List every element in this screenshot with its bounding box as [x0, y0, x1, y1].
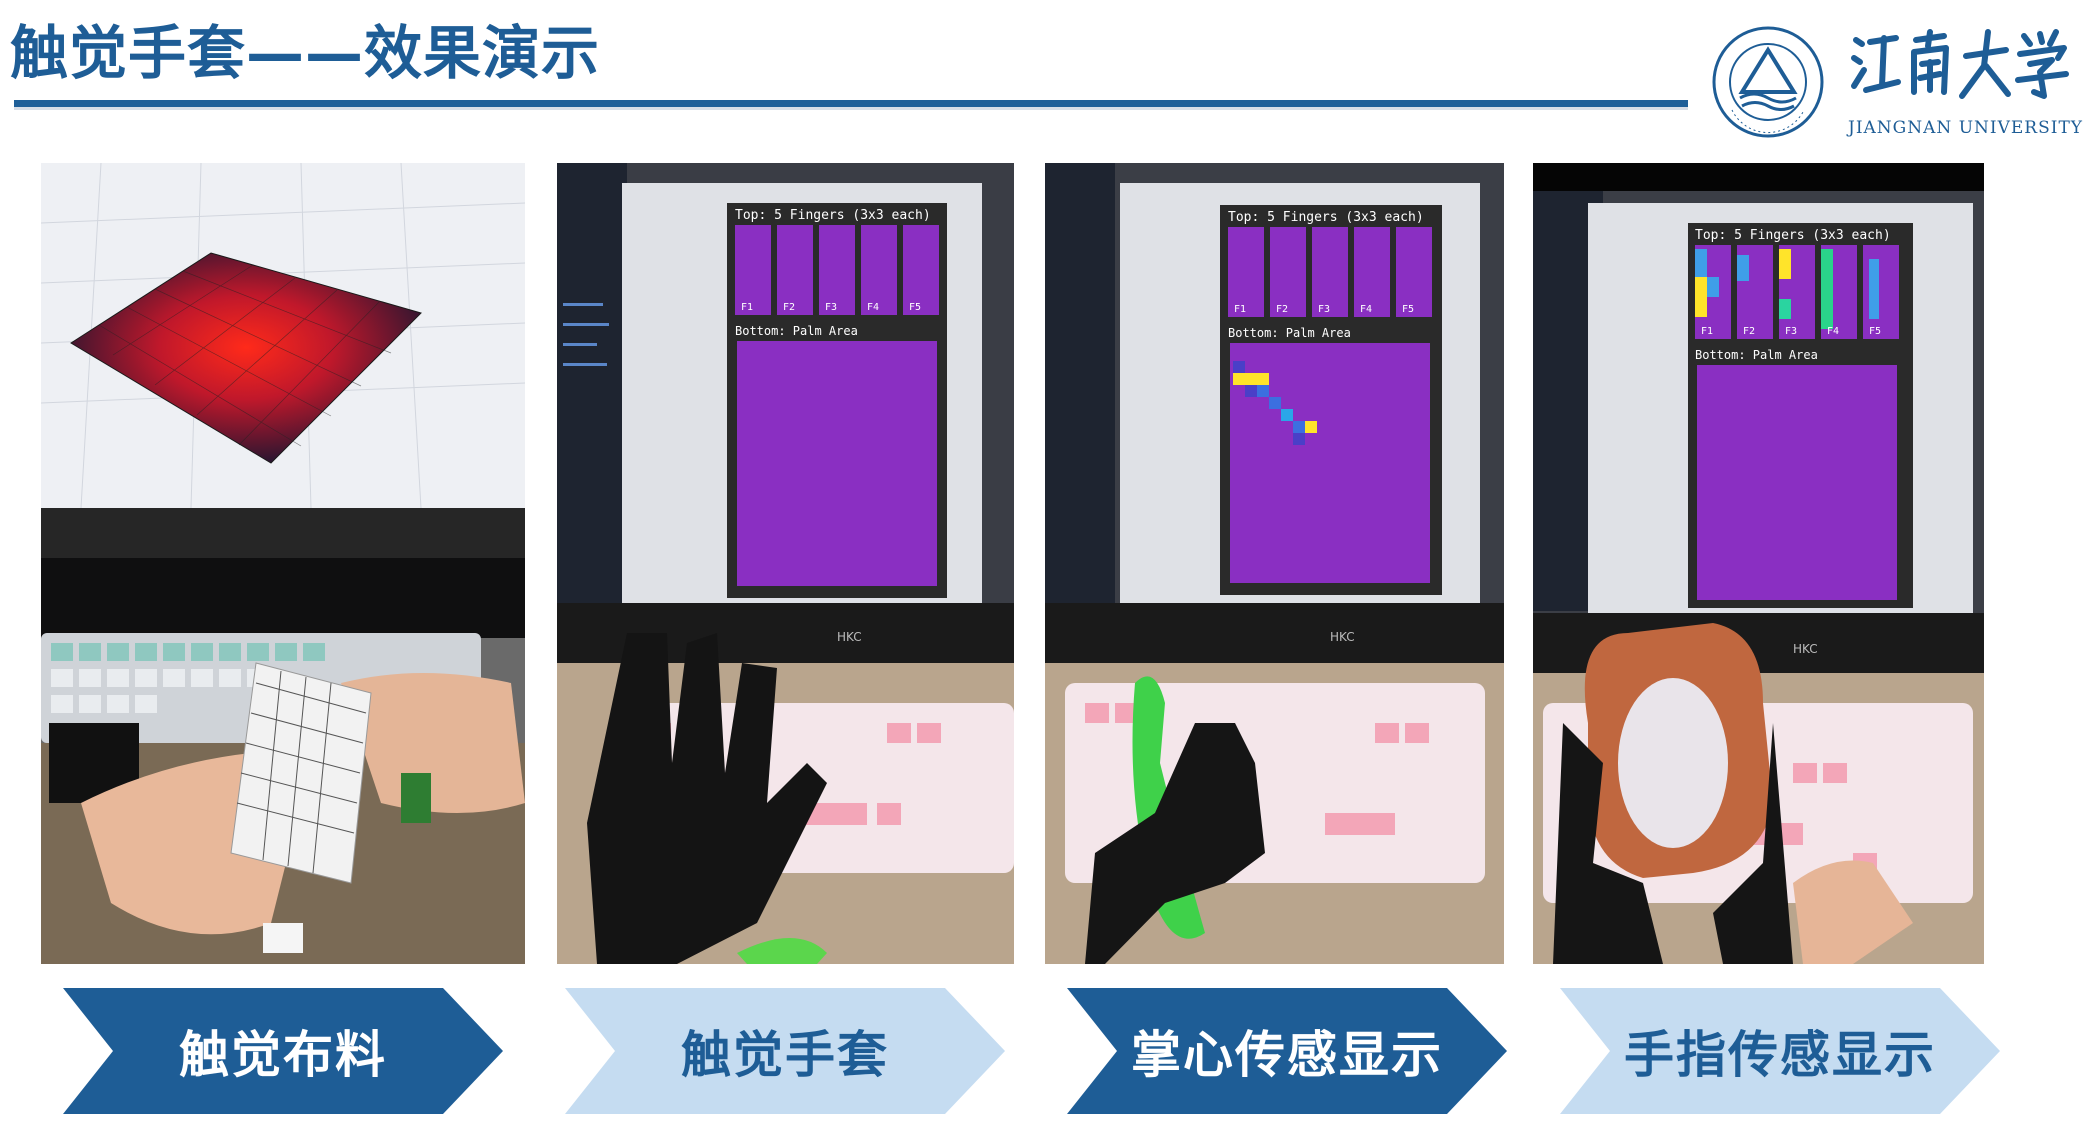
- finger-label-f5: F5: [909, 302, 921, 313]
- screen-top-label: Top: 5 Fingers (3x3 each): [1695, 228, 1891, 243]
- screen-bottom-label: Bottom: Palm Area: [1695, 348, 1818, 362]
- screen-bottom-label: Bottom: Palm Area: [735, 324, 858, 338]
- chevron-label-palm-sensing: 掌心传感显示: [1067, 988, 1507, 1114]
- photo-palm-sensing: Top: 5 Fingers (3x3 each) F1 F2 F3 F4 F5…: [1045, 163, 1504, 964]
- chevron-label-tactile-glove: 触觉手套: [565, 988, 1005, 1114]
- screen-top-label: Top: 5 Fingers (3x3 each): [1228, 210, 1424, 225]
- finger-label-f1: F1: [741, 302, 753, 313]
- finger-label-f1: F1: [1234, 304, 1246, 315]
- screen-bottom-label: Bottom: Palm Area: [1228, 326, 1351, 340]
- finger-label-f5: F5: [1869, 326, 1881, 337]
- chevron-label-tactile-fabric: 触觉布料: [63, 988, 503, 1114]
- monitor-brand: HKC: [1793, 642, 1818, 656]
- monitor-brand: HKC: [837, 630, 862, 644]
- university-name-english: JIANGNAN UNIVERSITY: [1848, 118, 2084, 138]
- university-seal-icon: [1712, 26, 1824, 138]
- photo-tactile-fabric: [41, 163, 525, 964]
- finger-label-f1: F1: [1701, 326, 1713, 337]
- finger-label-f2: F2: [1743, 326, 1755, 337]
- finger-label-f3: F3: [1785, 326, 1797, 337]
- chevron-label-finger-sensing: 手指传感显示: [1560, 988, 2000, 1114]
- finger-label-f2: F2: [1276, 304, 1288, 315]
- title-divider-shadow: [14, 107, 1688, 110]
- finger-label-f2: F2: [783, 302, 795, 313]
- photo-finger-sensing: Top: 5 Fingers (3x3 each) F1 F2 F3 F4 F5…: [1533, 163, 1984, 964]
- panel-label: 触觉手套: [681, 1026, 889, 1084]
- university-logo: JIANGNAN UNIVERSITY: [1708, 26, 2082, 146]
- monitor-brand: HKC: [1330, 630, 1355, 644]
- title-divider: [14, 100, 1688, 107]
- university-name-calligraphy: [1851, 29, 2069, 99]
- panel-label: 触觉布料: [179, 1026, 387, 1084]
- screen-top-label: Top: 5 Fingers (3x3 each): [735, 208, 931, 223]
- slide-title: 触觉手套——效果演示: [10, 19, 601, 87]
- panel-label: 手指传感显示: [1624, 1026, 1936, 1084]
- finger-label-f3: F3: [1318, 304, 1330, 315]
- finger-label-f4: F4: [1360, 304, 1372, 315]
- finger-label-f5: F5: [1402, 304, 1414, 315]
- photo-tactile-glove: Top: 5 Fingers (3x3 each) F1 F2 F3 F4 F5…: [557, 163, 1014, 964]
- panel-label: 掌心传感显示: [1131, 1026, 1443, 1084]
- finger-label-f3: F3: [825, 302, 837, 313]
- finger-label-f4: F4: [867, 302, 879, 313]
- finger-label-f4: F4: [1827, 326, 1839, 337]
